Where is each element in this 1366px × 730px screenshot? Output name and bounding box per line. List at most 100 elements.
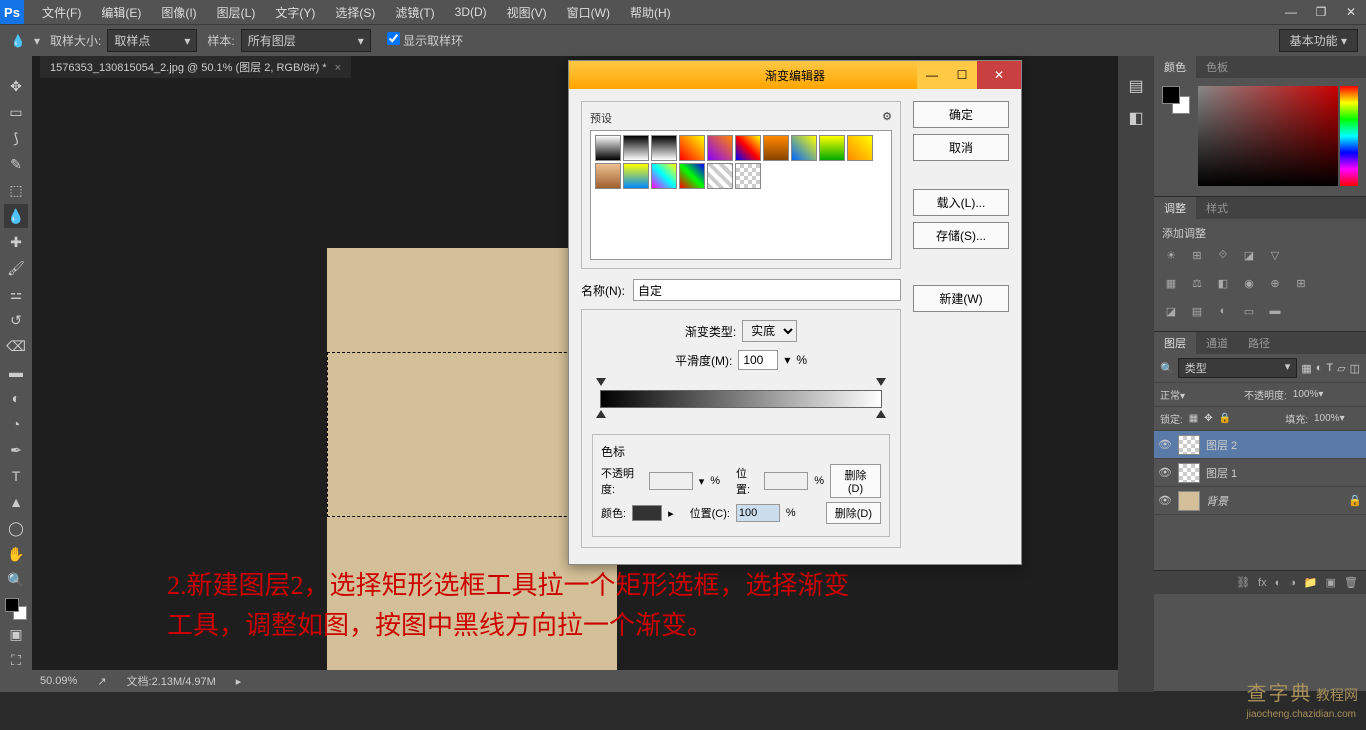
- levels-icon[interactable]: ⊞: [1188, 247, 1206, 263]
- marquee-tool[interactable]: ▭: [4, 100, 28, 124]
- layer-name[interactable]: 图层 2: [1206, 437, 1237, 453]
- color-pos-input[interactable]: [736, 504, 780, 522]
- tab-layers[interactable]: 图层: [1154, 332, 1196, 354]
- color-swatch[interactable]: [1162, 86, 1190, 114]
- selective-icon[interactable]: ▬: [1266, 303, 1284, 319]
- preset-swatch[interactable]: [791, 135, 817, 161]
- preset-swatch[interactable]: [763, 135, 789, 161]
- preset-swatch[interactable]: [819, 135, 845, 161]
- dialog-max[interactable]: ☐: [947, 61, 977, 89]
- layer-row[interactable]: 👁 背景 🔒: [1154, 487, 1366, 515]
- stamp-tool[interactable]: ⚍: [4, 282, 28, 306]
- shape-tool[interactable]: ◯: [4, 516, 28, 540]
- preset-swatch[interactable]: [679, 135, 705, 161]
- curves-icon[interactable]: ⟐: [1214, 247, 1232, 263]
- menu-window[interactable]: 窗口(W): [557, 4, 620, 21]
- pen-tool[interactable]: ✒: [4, 438, 28, 462]
- tab-styles[interactable]: 样式: [1196, 197, 1238, 219]
- preset-swatch[interactable]: [679, 163, 705, 189]
- dodge-tool[interactable]: ◔: [4, 412, 28, 436]
- adjust-layer-icon[interactable]: ◑: [1289, 577, 1296, 589]
- preset-swatch[interactable]: [595, 163, 621, 189]
- filter-pixel-icon[interactable]: ▦: [1301, 362, 1311, 375]
- workspace-switcher[interactable]: 基本功能 ▾: [1279, 29, 1358, 52]
- mask-icon[interactable]: ◐: [1275, 577, 1282, 589]
- window-close[interactable]: ✕: [1336, 2, 1366, 22]
- layer-thumbnail[interactable]: [1178, 463, 1200, 483]
- document-tab[interactable]: 1576353_130815054_2.jpg @ 50.1% (图层 2, R…: [40, 56, 351, 78]
- mixer-icon[interactable]: ⊕: [1266, 275, 1284, 291]
- lock-all-icon[interactable]: 🔒: [1219, 413, 1231, 424]
- layer-name[interactable]: 图层 1: [1206, 465, 1237, 481]
- eraser-tool[interactable]: ⌫: [4, 334, 28, 358]
- lock-pixels-icon[interactable]: ▦: [1189, 413, 1198, 424]
- tab-adjustments[interactable]: 调整: [1154, 197, 1196, 219]
- filter-shape-icon[interactable]: ▱: [1337, 362, 1345, 375]
- zoom-level[interactable]: 50.09%: [40, 675, 77, 687]
- dialog-close[interactable]: ✕: [977, 61, 1021, 89]
- color-stop-swatch[interactable]: [632, 505, 662, 521]
- preset-swatch[interactable]: [735, 135, 761, 161]
- healing-tool[interactable]: ✚: [4, 230, 28, 254]
- visibility-icon[interactable]: 👁: [1158, 494, 1172, 507]
- layer-row[interactable]: 👁 图层 2: [1154, 431, 1366, 459]
- cancel-button[interactable]: 取消: [913, 134, 1009, 161]
- eyedropper-tool[interactable]: 💧: [4, 204, 28, 228]
- filter-type-icon[interactable]: T: [1326, 362, 1333, 374]
- gradient-bar[interactable]: [592, 378, 890, 420]
- gear-icon[interactable]: ⚙: [882, 110, 892, 126]
- opacity-pos-input[interactable]: [764, 472, 808, 490]
- dialog-min[interactable]: —: [917, 61, 947, 89]
- layer-thumbnail[interactable]: [1178, 435, 1200, 455]
- tab-paths[interactable]: 路径: [1238, 332, 1280, 354]
- gradient-tool[interactable]: ▬: [4, 360, 28, 384]
- preset-swatch[interactable]: [623, 163, 649, 189]
- menu-image[interactable]: 图像(I): [151, 4, 206, 21]
- share-icon[interactable]: ↗: [97, 675, 106, 688]
- menu-type[interactable]: 文字(Y): [265, 4, 325, 21]
- window-max[interactable]: ❐: [1306, 2, 1336, 22]
- move-tool[interactable]: ✥: [4, 74, 28, 98]
- preset-swatch[interactable]: [707, 135, 733, 161]
- preset-swatch[interactable]: [651, 135, 677, 161]
- quick-select-tool[interactable]: ✎: [4, 152, 28, 176]
- postorize-icon[interactable]: ▤: [1188, 303, 1206, 319]
- close-icon[interactable]: ×: [335, 62, 341, 74]
- brush-tool[interactable]: 🖌: [4, 256, 28, 280]
- preset-swatch[interactable]: [595, 135, 621, 161]
- lasso-tool[interactable]: ⟆: [4, 126, 28, 150]
- menu-file[interactable]: 文件(F): [32, 4, 91, 21]
- load-button[interactable]: 载入(L)...: [913, 189, 1009, 216]
- exposure-icon[interactable]: ◪: [1240, 247, 1258, 263]
- filter-smart-icon[interactable]: ◫: [1350, 362, 1360, 375]
- lock-position-icon[interactable]: ✥: [1204, 413, 1212, 424]
- delete-color-stop-button[interactable]: 删除(D): [826, 502, 881, 524]
- visibility-icon[interactable]: 👁: [1158, 438, 1172, 451]
- fill-input[interactable]: 100%▾: [1314, 413, 1360, 424]
- screenmode-toggle[interactable]: ⛶: [4, 648, 28, 672]
- brightness-icon[interactable]: ☀: [1162, 247, 1180, 263]
- history-icon[interactable]: ▤: [1124, 74, 1148, 98]
- sample-dropdown[interactable]: 所有图层▾: [241, 29, 371, 52]
- window-min[interactable]: —: [1276, 2, 1306, 22]
- path-select-tool[interactable]: ▲: [4, 490, 28, 514]
- menu-layer[interactable]: 图层(L): [207, 4, 266, 21]
- foreground-background-swatch[interactable]: [5, 598, 27, 620]
- hue-icon[interactable]: ▦: [1162, 275, 1180, 291]
- hand-tool[interactable]: ✋: [4, 542, 28, 566]
- color-field[interactable]: [1198, 86, 1338, 186]
- opacity-stop-input[interactable]: [649, 472, 693, 490]
- layer-name[interactable]: 背景: [1206, 493, 1228, 509]
- delete-icon[interactable]: 🗑: [1344, 576, 1358, 589]
- history-brush-tool[interactable]: ↺: [4, 308, 28, 332]
- properties-icon[interactable]: ◧: [1124, 106, 1148, 130]
- quickmask-toggle[interactable]: ▣: [4, 622, 28, 646]
- tab-swatches[interactable]: 色板: [1196, 56, 1238, 78]
- type-dropdown[interactable]: 实底: [742, 320, 797, 342]
- tab-channels[interactable]: 通道: [1196, 332, 1238, 354]
- group-icon[interactable]: 📁: [1304, 576, 1318, 589]
- preset-swatch[interactable]: [847, 135, 873, 161]
- smooth-input[interactable]: [738, 350, 778, 370]
- preset-swatch[interactable]: [707, 163, 733, 189]
- menu-view[interactable]: 视图(V): [497, 4, 557, 21]
